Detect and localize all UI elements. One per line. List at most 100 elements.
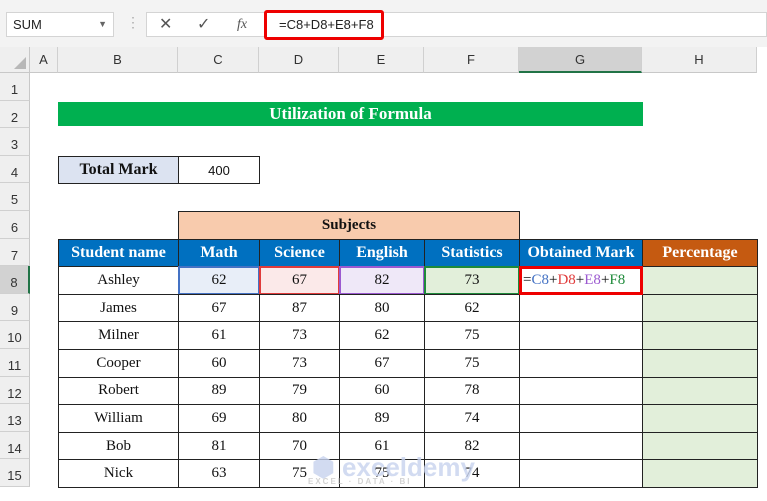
score-cell[interactable]: 69 [178,404,260,433]
percentage-cell[interactable] [642,404,758,433]
score-cell[interactable]: 78 [424,376,520,406]
row-header-11[interactable]: 11 [0,349,30,377]
column-header-c[interactable]: C [178,47,259,73]
formula-input-area[interactable]: ✕ ✓ fx [146,12,767,37]
formula-ref-f8: F8 [609,271,626,288]
row-header-6[interactable]: 6 [0,211,30,239]
student-name[interactable]: Bob [58,431,179,461]
score-cell[interactable]: 74 [424,404,520,433]
score-cell[interactable]: 62 [178,266,260,295]
row-header-3[interactable]: 3 [0,128,30,156]
total-mark-value[interactable]: 400 [178,155,260,185]
row-header-8[interactable]: 8 [0,266,30,294]
column-header-f[interactable]: F [424,47,519,73]
score-cell[interactable]: 60 [178,349,260,378]
obtained-mark-cell[interactable] [519,376,643,406]
enter-icon[interactable]: ✓ [197,13,210,36]
score-cell[interactable]: 61 [178,321,260,350]
formula-plus: + [548,271,558,288]
column-heading-english[interactable]: English [339,238,425,268]
row-header-14[interactable]: 14 [0,431,30,460]
student-name[interactable]: Milner [58,321,179,350]
column-heading-math[interactable]: Math [178,238,260,268]
student-name[interactable]: William [58,404,179,433]
exceldemy-watermark: ⬢ exceldemy EXCEL · DATA · BI [308,452,475,486]
row-header-10[interactable]: 10 [0,321,30,349]
row-header-13[interactable]: 13 [0,404,30,432]
drag-handle-icon[interactable]: ⋮ [126,14,140,31]
student-name[interactable]: Ashley [58,266,179,295]
formula-ref-c8: C8 [531,271,549,288]
formula-equals: = [523,271,532,288]
percentage-cell[interactable] [642,266,758,295]
score-cell[interactable]: 67 [339,349,425,378]
percentage-cell[interactable] [642,459,758,488]
score-cell[interactable]: 75 [424,349,520,378]
row-header-2[interactable]: 2 [0,100,30,129]
row-header-9[interactable]: 9 [0,293,30,322]
score-cell[interactable]: 67 [178,293,260,323]
row-header-15[interactable]: 15 [0,459,30,487]
obtained-mark-cell[interactable] [519,349,643,378]
formula-input[interactable]: =C8+D8+E8+F8 [264,10,384,40]
column-heading-percentage[interactable]: Percentage [642,238,758,268]
student-name[interactable]: James [58,293,179,323]
score-cell[interactable]: 62 [424,293,520,323]
score-cell[interactable]: 63 [178,459,260,488]
column-heading-statistics[interactable]: Statistics [424,238,520,268]
title-banner[interactable]: Utilization of Formula [58,101,643,127]
score-cell[interactable]: 79 [259,376,340,406]
row-header-7[interactable]: 7 [0,238,30,267]
score-cell[interactable]: 82 [339,266,425,295]
score-cell[interactable]: 67 [259,266,340,295]
score-cell[interactable]: 89 [178,376,260,406]
score-cell[interactable]: 73 [424,266,520,295]
formula-plus: + [600,271,610,288]
column-header-a[interactable]: A [30,47,58,73]
percentage-cell[interactable] [642,293,758,323]
score-cell[interactable]: 80 [259,404,340,433]
name-box[interactable]: SUM ▼ [6,12,114,37]
student-name[interactable]: Cooper [58,349,179,378]
select-all-button[interactable] [0,47,30,73]
score-cell[interactable]: 80 [339,293,425,323]
chevron-down-icon[interactable]: ▼ [98,13,107,36]
row-header-1[interactable]: 1 [0,73,30,101]
score-cell[interactable]: 73 [259,349,340,378]
column-heading-student-name[interactable]: Student name [58,238,179,268]
insert-function-icon[interactable]: fx [237,13,247,36]
percentage-cell[interactable] [642,431,758,461]
percentage-cell[interactable] [642,376,758,406]
student-name[interactable]: Robert [58,376,179,406]
column-heading-obtained-mark[interactable]: Obtained Mark [519,238,643,268]
formula-bar: SUM ▼ ⋮ ✕ ✓ fx =C8+D8+E8+F8 [0,0,767,47]
score-cell[interactable]: 60 [339,376,425,406]
score-cell[interactable]: 75 [424,321,520,350]
obtained-mark-cell[interactable] [519,321,643,350]
obtained-mark-cell[interactable] [519,404,643,433]
column-header-b[interactable]: B [58,47,178,73]
column-header-g[interactable]: G [519,47,642,73]
cancel-icon[interactable]: ✕ [159,13,172,36]
score-cell[interactable]: 73 [259,321,340,350]
active-cell-editor[interactable]: = C8 + D8 + E8 + F8 [519,266,643,295]
row-header-4[interactable]: 4 [0,155,30,184]
total-mark-label[interactable]: Total Mark [58,155,179,185]
obtained-mark-cell[interactable] [519,431,643,461]
student-name[interactable]: Nick [58,459,179,488]
score-cell[interactable]: 89 [339,404,425,433]
column-header-e[interactable]: E [339,47,424,73]
subjects-header[interactable]: Subjects [178,211,520,240]
percentage-cell[interactable] [642,349,758,378]
score-cell[interactable]: 81 [178,431,260,461]
column-header-d[interactable]: D [259,47,339,73]
obtained-mark-cell[interactable] [519,459,643,488]
column-heading-science[interactable]: Science [259,238,340,268]
score-cell[interactable]: 87 [259,293,340,323]
row-header-12[interactable]: 12 [0,376,30,405]
row-header-5[interactable]: 5 [0,183,30,211]
score-cell[interactable]: 62 [339,321,425,350]
column-header-h[interactable]: H [642,47,757,73]
obtained-mark-cell[interactable] [519,293,643,323]
percentage-cell[interactable] [642,321,758,350]
